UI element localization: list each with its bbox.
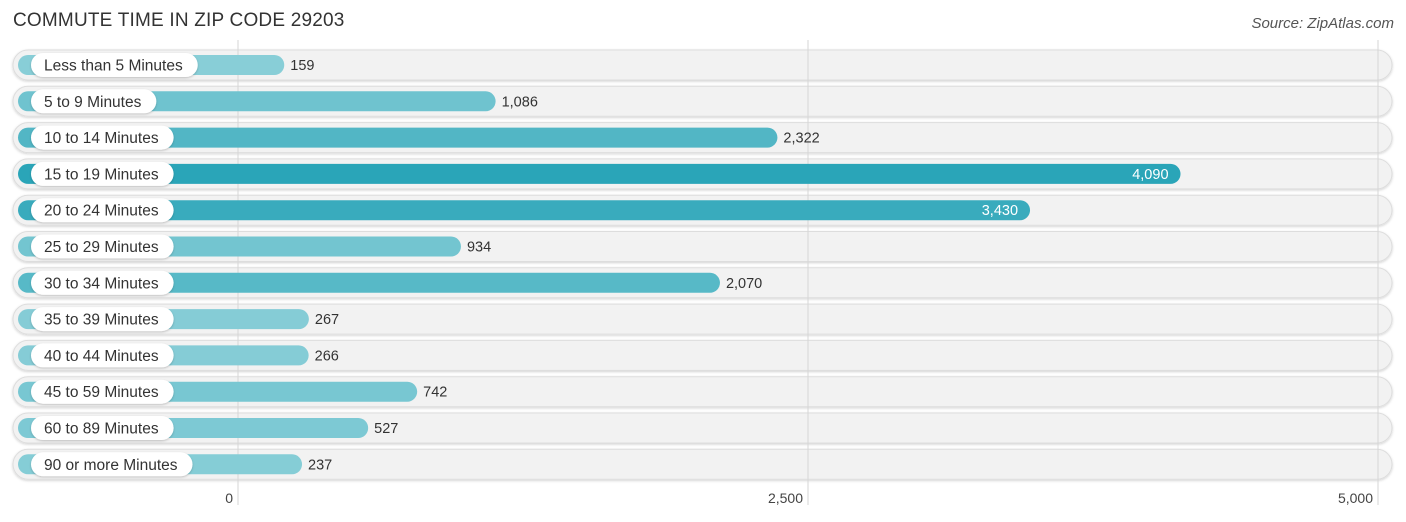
bar[interactable] <box>18 163 1181 184</box>
category-label: 15 to 19 Minutes <box>44 166 159 183</box>
category-label: 30 to 34 Minutes <box>44 275 159 292</box>
category-label: 5 to 9 Minutes <box>44 94 142 111</box>
bar-row: 45 to 59 Minutes 742 <box>18 379 447 404</box>
bar-row: 35 to 39 Minutes 267 <box>18 307 339 332</box>
category-label: 40 to 44 Minutes <box>44 348 159 365</box>
value-label: 4,090 <box>1132 167 1168 183</box>
bar-row: 5 to 9 Minutes 1,086 <box>18 89 538 114</box>
bar-row: 15 to 19 Minutes 4,090 <box>18 161 1181 186</box>
value-label: 237 <box>308 457 332 473</box>
category-label: 20 to 24 Minutes <box>44 203 159 220</box>
category-label: 25 to 29 Minutes <box>44 239 159 256</box>
category-label: 45 to 59 Minutes <box>44 384 159 401</box>
value-label: 1,086 <box>502 94 538 110</box>
value-label: 934 <box>467 240 491 256</box>
bar-row: 60 to 89 Minutes 527 <box>18 416 398 440</box>
bar-row: 30 to 34 Minutes 2,070 <box>18 270 762 295</box>
bar-row: 20 to 24 Minutes 3,430 <box>18 198 1031 223</box>
bar-chart: Less than 5 Minutes 159 5 to 9 Minutes 1,08… <box>12 40 1393 506</box>
value-label: 266 <box>315 348 339 364</box>
bar-row: 90 or more Minutes 237 <box>18 452 332 477</box>
bar-row: 10 to 14 Minutes 2,322 <box>18 125 820 150</box>
value-label: 159 <box>290 58 314 74</box>
category-label: Less than 5 Minutes <box>44 58 183 75</box>
x-tick-label: 0 <box>225 490 233 506</box>
bar-row: Less than 5 Minutes 159 <box>18 53 314 77</box>
category-label: 35 to 39 Minutes <box>44 312 159 329</box>
bar-row: 40 to 44 Minutes 266 <box>18 343 339 368</box>
value-label: 3,430 <box>982 203 1018 219</box>
category-label: 90 or more Minutes <box>44 457 178 474</box>
value-label: 2,070 <box>726 276 762 292</box>
value-label: 267 <box>315 312 339 328</box>
value-label: 742 <box>423 385 447 401</box>
category-label: 10 to 14 Minutes <box>44 130 159 147</box>
value-label: 2,322 <box>783 131 819 147</box>
x-tick-label: 2,500 <box>768 490 803 506</box>
value-label: 527 <box>374 421 398 437</box>
bar-row: 25 to 29 Minutes 934 <box>18 234 491 259</box>
x-tick-label: 5,000 <box>1338 490 1373 506</box>
category-label: 60 to 89 Minutes <box>44 421 159 438</box>
